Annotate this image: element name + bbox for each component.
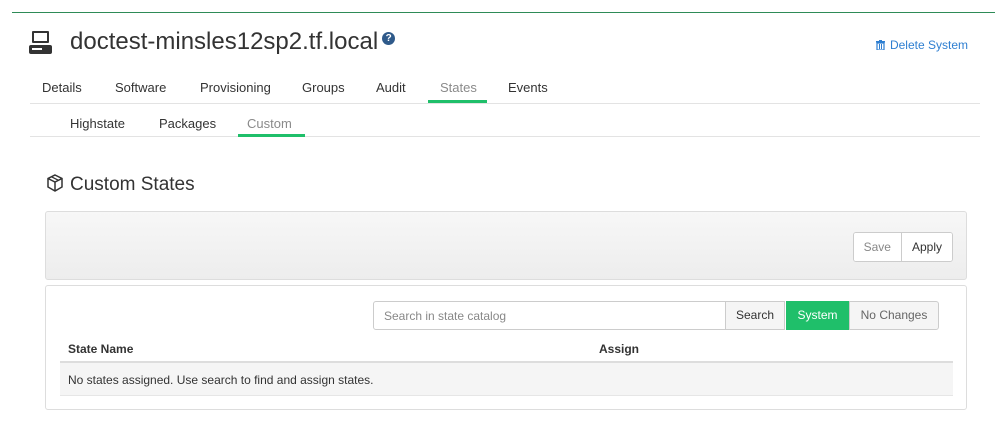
server-desktop-icon	[28, 30, 56, 56]
table-row: No states assigned. Use search to find a…	[60, 363, 953, 396]
states-subtabs: Highstate Packages Custom	[30, 114, 980, 137]
section-title-label: Custom States	[70, 174, 195, 195]
tab-provisioning[interactable]: Provisioning	[200, 80, 271, 95]
delete-system-label: Delete System	[889, 38, 968, 52]
top-border	[0, 0, 995, 13]
apply-button[interactable]: Apply	[901, 233, 952, 261]
subtab-custom-active-indicator	[238, 134, 305, 137]
system-tabs: Details Software Provisioning Groups Aud…	[30, 80, 980, 104]
empty-table-message: No states assigned. Use search to find a…	[68, 373, 374, 387]
search-button[interactable]: Search	[725, 301, 786, 330]
tab-audit[interactable]: Audit	[376, 80, 406, 95]
column-state-name: State Name	[68, 342, 134, 356]
question-circle-icon[interactable]: ?	[382, 32, 396, 45]
subtab-custom[interactable]: Custom	[247, 116, 292, 131]
state-catalog-search-input[interactable]	[373, 301, 726, 330]
tab-events[interactable]: Events	[508, 80, 548, 95]
tab-groups[interactable]: Groups	[302, 80, 345, 95]
cubes-icon	[47, 174, 63, 192]
save-button[interactable]: Save	[853, 233, 902, 261]
tab-states[interactable]: States	[440, 80, 477, 95]
no-changes-button[interactable]: No Changes	[849, 301, 939, 330]
table-header: State Name Assign	[60, 337, 953, 363]
tab-details[interactable]: Details	[42, 80, 82, 95]
subtab-highstate[interactable]: Highstate	[70, 116, 125, 131]
section-title: Custom States	[46, 174, 195, 196]
trash-icon	[875, 40, 885, 50]
tab-states-active-indicator	[428, 100, 487, 103]
delete-system-link[interactable]: Delete System	[875, 38, 968, 52]
page-header: doctest-minsles12sp2.tf.local? Delete Sy…	[28, 28, 968, 60]
page-title: doctest-minsles12sp2.tf.local?	[70, 28, 396, 56]
states-table: State Name Assign No states assigned. Us…	[60, 337, 953, 396]
subtab-packages[interactable]: Packages	[159, 116, 216, 131]
column-assign: Assign	[599, 342, 640, 356]
action-button-group: Save Apply	[852, 232, 953, 262]
states-panel: Search System No Changes State Name Assi…	[45, 285, 967, 410]
system-filter-button[interactable]: System	[786, 301, 849, 330]
system-name: doctest-minsles12sp2.tf.local	[70, 28, 379, 55]
tab-software[interactable]: Software	[115, 80, 166, 95]
actions-panel: Save Apply	[45, 211, 967, 280]
